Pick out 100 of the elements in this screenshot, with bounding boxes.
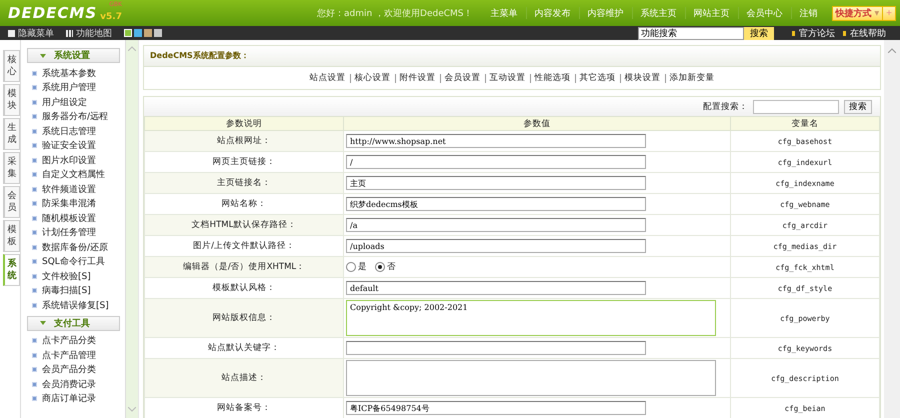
parameter-field[interactable]: /a bbox=[346, 218, 646, 232]
side-tab[interactable]: 系统 bbox=[3, 254, 20, 286]
menu-item-label: 服务器分布/远程 bbox=[42, 110, 108, 124]
bullet-icon bbox=[32, 114, 37, 120]
menu-item[interactable]: 点卡产品分类 bbox=[21, 334, 125, 348]
bullet-icon bbox=[32, 338, 37, 344]
menu-item-label: 会员产品分类 bbox=[42, 364, 96, 376]
bullet-icon bbox=[32, 143, 37, 148]
config-tab[interactable]: 互动设置 bbox=[486, 72, 530, 84]
parameter-field[interactable]: /uploads bbox=[346, 239, 646, 253]
menu-group-header[interactable]: 系统设置 bbox=[27, 48, 120, 63]
parameter-field[interactable]: http://www.shopsap.net bbox=[346, 134, 646, 148]
menu-item[interactable]: 系统日志管理 bbox=[21, 124, 125, 138]
bullet-icon bbox=[32, 352, 37, 358]
parameter-field[interactable]: default bbox=[346, 281, 646, 295]
side-tab[interactable]: 核心 bbox=[3, 50, 20, 82]
logo-wordmark: DEDECMS bbox=[8, 4, 98, 22]
skin-swatch[interactable] bbox=[144, 29, 152, 37]
menu-item[interactable]: 服务器分布/远程 bbox=[21, 110, 125, 124]
bullet-icon bbox=[32, 128, 37, 134]
side-tab[interactable]: 采集 bbox=[3, 152, 20, 184]
menu-item[interactable]: 系统基本参数 bbox=[21, 66, 125, 80]
config-tab[interactable]: 附件设置 bbox=[396, 72, 440, 84]
page-scrollbar[interactable] bbox=[884, 40, 900, 418]
menu-item-label: 系统错误修复[S] bbox=[42, 300, 109, 312]
menu-item[interactable]: 随机模板设置 bbox=[21, 211, 125, 226]
radio-option[interactable]: 是 bbox=[346, 261, 367, 273]
parameter-field[interactable]: 主页 bbox=[346, 176, 646, 190]
parameter-label: 主页链接名： bbox=[144, 172, 344, 194]
menu-item[interactable]: 用户组设定 bbox=[21, 95, 125, 110]
parameter-field[interactable] bbox=[346, 341, 646, 355]
bullet-icon bbox=[32, 100, 37, 105]
config-tab[interactable]: 性能选项 bbox=[530, 72, 574, 84]
menu-item[interactable]: 病毒扫描[S] bbox=[21, 284, 125, 298]
side-tab[interactable]: 模板 bbox=[3, 220, 20, 252]
menu-item-label: 随机模板设置 bbox=[42, 212, 96, 225]
side-tab[interactable]: 会员 bbox=[3, 186, 20, 218]
menu-scrollbar[interactable] bbox=[126, 40, 139, 418]
bullet-icon bbox=[32, 85, 37, 90]
menu-item[interactable]: SQL命令行工具 bbox=[21, 254, 125, 269]
config-tab[interactable]: 模块设置 bbox=[620, 72, 664, 84]
config-search-button[interactable]: 搜索 bbox=[844, 100, 872, 114]
menu-item-label: 软件频道设置 bbox=[42, 184, 96, 196]
menu-item[interactable]: 会员消费记录 bbox=[21, 377, 125, 392]
menu-item-label: 验证安全设置 bbox=[42, 140, 96, 152]
menu-item-label: 点卡产品分类 bbox=[42, 334, 96, 348]
config-tab[interactable]: 会员设置 bbox=[440, 72, 484, 84]
menu-group-header[interactable]: 支付工具 bbox=[27, 316, 120, 330]
parameter-label: 站点根网址： bbox=[144, 130, 344, 152]
menu-item[interactable]: 文件校验[S] bbox=[21, 269, 125, 284]
parameter-field[interactable]: / bbox=[346, 155, 646, 169]
version-label: v5.7 bbox=[100, 12, 122, 22]
bullet-icon bbox=[32, 70, 37, 76]
bullet-icon bbox=[32, 382, 37, 387]
bullet-icon bbox=[32, 158, 37, 163]
bullet-icon bbox=[32, 396, 37, 402]
bullet-icon bbox=[32, 367, 37, 372]
menu-item[interactable]: 点卡产品管理 bbox=[21, 348, 125, 362]
toolbar-link[interactable]: 官方论坛 bbox=[792, 26, 835, 40]
menu-item[interactable]: 系统用户管理 bbox=[21, 80, 125, 95]
menu-item[interactable]: 防采集串混淆 bbox=[21, 196, 125, 211]
search-button[interactable]: 搜索 bbox=[744, 26, 774, 40]
site-map-link[interactable]: 功能地图 bbox=[66, 26, 112, 40]
config-tab[interactable]: 其它选项 bbox=[576, 72, 620, 84]
config-search-field[interactable] bbox=[753, 100, 839, 114]
menu-item-label: 系统用户管理 bbox=[42, 82, 96, 94]
side-tab[interactable]: 生成 bbox=[3, 118, 20, 150]
menu-item-label: 文件校验[S] bbox=[42, 270, 91, 283]
side-tab[interactable]: 模块 bbox=[3, 84, 20, 116]
config-tab[interactable]: 添加新变量 bbox=[666, 72, 718, 84]
parameter-field[interactable]: 粤ICP备65498754号 bbox=[346, 401, 646, 415]
skin-swatch[interactable] bbox=[154, 29, 162, 37]
shortcut-label: 快捷方式 bbox=[834, 7, 873, 20]
skin-swatch[interactable] bbox=[134, 29, 142, 37]
radio-button[interactable] bbox=[346, 262, 356, 272]
menu-item[interactable]: 计划任务管理 bbox=[21, 226, 125, 240]
toolbar-link[interactable]: 在线帮助 bbox=[843, 26, 886, 40]
menu-item[interactable]: 图片水印设置 bbox=[21, 153, 125, 168]
menu-item[interactable]: 软件频道设置 bbox=[21, 182, 125, 196]
radio-option[interactable]: 否 bbox=[375, 261, 396, 273]
config-tab[interactable]: 站点设置 bbox=[306, 72, 350, 84]
skin-swatch[interactable] bbox=[124, 29, 132, 37]
panel-title: DedeCMS系统配置参数： bbox=[144, 46, 880, 67]
parameter-textarea[interactable] bbox=[346, 360, 716, 396]
menu-item[interactable]: 数据库备份/还原 bbox=[21, 240, 125, 254]
menu-item[interactable]: 系统错误修复[S] bbox=[21, 298, 125, 312]
radio-button[interactable] bbox=[375, 262, 385, 272]
config-tab[interactable]: 核心设置 bbox=[350, 72, 394, 84]
menu-item-label: 用户组设定 bbox=[42, 96, 87, 109]
hide-menu-link[interactable]: 隐藏菜单 bbox=[8, 26, 54, 40]
bullet-icon bbox=[32, 274, 37, 279]
menu-item[interactable]: 会员产品分类 bbox=[21, 362, 125, 377]
bullet-icon bbox=[32, 201, 37, 206]
menu-item[interactable]: 商店订单记录 bbox=[21, 392, 125, 406]
search-field[interactable]: 功能搜索 bbox=[638, 26, 744, 40]
parameter-field[interactable]: 织梦dedecms模板 bbox=[346, 197, 646, 211]
menu-item[interactable]: 验证安全设置 bbox=[21, 138, 125, 153]
bullet-icon bbox=[32, 302, 37, 308]
parameter-textarea[interactable]: Copyright &copy; 2002-2021 bbox=[346, 300, 716, 336]
menu-item[interactable]: 自定义文档属性 bbox=[21, 168, 125, 182]
